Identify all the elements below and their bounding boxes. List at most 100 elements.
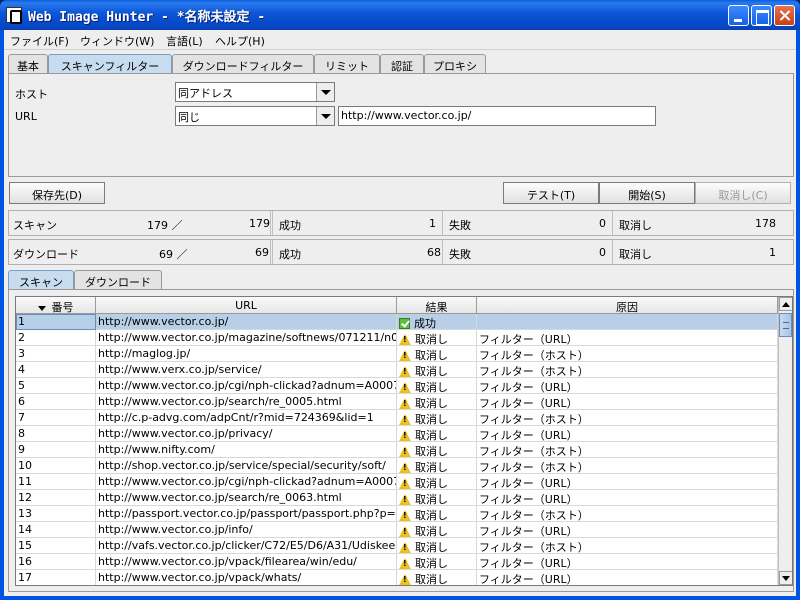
table-row[interactable]: 17http://www.vector.co.jp/vpack/whats/取消… — [16, 570, 778, 585]
download-stats-row: ダウンロード 69 ／ 69 成功 68 失敗 0 取消し 1 — [8, 239, 794, 265]
cell-result: 取消し — [397, 570, 477, 585]
table-row[interactable]: 2 http://www.vector.co.jp/magazine/softne… — [16, 330, 778, 346]
tab-basic[interactable]: 基本 — [8, 54, 48, 73]
cancel-button[interactable]: 取消し(C) — [695, 182, 791, 204]
warning-icon — [399, 574, 411, 585]
cell-url: http://www.vector.co.jp/magazine/softnew… — [98, 330, 397, 346]
cell-reason: フィルター（URL） — [477, 570, 778, 585]
cell-result: 取消し — [397, 522, 477, 538]
minimize-button[interactable] — [728, 5, 749, 26]
warning-icon — [399, 558, 411, 569]
title-bar[interactable]: Web Image Hunter - *名称未設定 - — [0, 0, 800, 30]
scan-success: 1 — [429, 217, 436, 230]
url-mode-select[interactable]: 同じ — [175, 106, 335, 126]
client-area: ファイル(F) ウィンドウ(W) 言語(L) ヘルプ(H) 基本 スキャンフィル… — [4, 30, 796, 596]
save-to-button[interactable]: 保存先(D) — [9, 182, 105, 204]
cell-result-label: 取消し — [415, 365, 448, 378]
app-icon[interactable] — [6, 7, 22, 24]
tab-auth[interactable]: 認証 — [380, 54, 424, 73]
cell-result-label: 取消し — [415, 381, 448, 394]
table-row[interactable]: 7 http://c.p-advg.com/adpCnt/r?mid=724369… — [16, 410, 778, 426]
menu-window[interactable]: ウィンドウ(W) — [80, 33, 154, 49]
cell-result-label: 取消し — [415, 493, 448, 506]
vertical-scrollbar[interactable] — [778, 297, 792, 585]
cell-url: http://www.vector.co.jp/search/re_0063.h… — [96, 490, 397, 506]
warning-icon — [399, 366, 411, 377]
chevron-down-icon[interactable] — [316, 107, 334, 125]
check-icon — [399, 318, 410, 329]
cell-result: 取消し — [397, 330, 477, 346]
header-reason[interactable]: 原因 — [477, 297, 778, 314]
cell-number: 11 — [16, 474, 96, 490]
download-success: 68 — [427, 246, 441, 259]
menu-language[interactable]: 言語(L) — [166, 33, 203, 49]
table-row[interactable]: 12 http://www.vector.co.jp/search/re_0063… — [16, 490, 778, 506]
cell-url: http://www.vector.co.jp/cgi/nph-clickad?… — [96, 378, 397, 394]
header-number-label: 番号 — [51, 301, 74, 314]
cell-result: 取消し — [397, 346, 477, 362]
header-result[interactable]: 結果 — [397, 297, 477, 314]
tab-limit[interactable]: リミット — [314, 54, 380, 73]
tab-scan-results[interactable]: スキャン — [8, 270, 74, 289]
table-row[interactable]: 3http://maglog.jp/取消し フィルター（ホスト） — [16, 346, 778, 362]
cell-result: 取消し — [397, 554, 477, 570]
tab-proxy[interactable]: プロキシ — [424, 54, 486, 73]
tab-scan-filter[interactable]: スキャンフィルター — [48, 54, 172, 73]
scroll-up-icon[interactable] — [779, 297, 792, 311]
download-cancel: 1 — [769, 246, 776, 259]
close-button[interactable] — [774, 5, 795, 26]
start-button[interactable]: 開始(S) — [599, 182, 695, 204]
cell-result-label: 取消し — [415, 397, 448, 410]
cell-result: 成功 — [397, 314, 477, 330]
scroll-thumb[interactable] — [779, 313, 792, 337]
tab-download-results[interactable]: ダウンロード — [74, 270, 162, 289]
table-row[interactable]: 16 http://www.vector.co.jp/vpack/filearea… — [16, 554, 778, 570]
cell-result-label: 取消し — [415, 541, 448, 554]
cell-reason — [477, 314, 778, 330]
warning-icon — [399, 526, 411, 537]
scroll-down-icon[interactable] — [779, 571, 792, 585]
table-row[interactable]: 5 http://www.vector.co.jp/cgi/nph-clickad… — [16, 378, 778, 394]
cell-reason: フィルター（URL） — [477, 554, 778, 570]
cell-result-label: 取消し — [415, 445, 448, 458]
cell-result: 取消し — [397, 442, 477, 458]
table-row[interactable]: 11 http://www.vector.co.jp/cgi/nph-clicka… — [16, 474, 778, 490]
cell-reason: フィルター（ホスト） — [477, 362, 778, 378]
scan-success-label: 成功 — [279, 219, 301, 232]
warning-icon — [399, 478, 411, 489]
table-row[interactable]: 14http://www.vector.co.jp/info/取消し フィルター（… — [16, 522, 778, 538]
download-fail: 0 — [599, 246, 606, 259]
scan-label: スキャン — [13, 219, 57, 232]
warning-icon — [399, 462, 411, 473]
cell-url: http://c.p-advg.com/adpCnt/r?mid=724369&… — [96, 410, 397, 426]
table-row[interactable]: 8http://www.vector.co.jp/privacy/取消し フィルタ… — [16, 426, 778, 442]
cell-result-label: 取消し — [415, 413, 448, 426]
sort-descending-icon — [37, 305, 46, 311]
maximize-button[interactable] — [751, 5, 772, 26]
warning-icon — [399, 430, 411, 441]
test-button[interactable]: テスト(T) — [503, 182, 599, 204]
table-row[interactable]: 6 http://www.vector.co.jp/search/re_0005.… — [16, 394, 778, 410]
menu-help[interactable]: ヘルプ(H) — [215, 33, 265, 49]
cell-url: http://vafs.vector.co.jp/clicker/C72/E5/… — [98, 538, 397, 554]
scan-fail-label: 失敗 — [449, 219, 471, 232]
cell-reason: フィルター（ホスト） — [477, 442, 778, 458]
table-row[interactable]: 4http://www.verx.co.jp/service/取消し フィルター（… — [16, 362, 778, 378]
host-select[interactable]: 同アドレス — [175, 82, 335, 102]
cell-reason: フィルター（ホスト） — [477, 458, 778, 474]
cell-url: http://www.vector.co.jp/ — [96, 314, 397, 330]
table-row[interactable]: 13 http://passport.vector.co.jp/passport/… — [16, 506, 778, 522]
table-row[interactable]: 9http://www.nifty.com/取消し フィルター（ホスト） — [16, 442, 778, 458]
table-row[interactable]: 10 http://shop.vector.co.jp/service/speci… — [16, 458, 778, 474]
header-url[interactable]: URL — [96, 297, 397, 314]
cell-number: 4 — [16, 362, 96, 378]
header-number[interactable]: 番号 — [16, 297, 96, 314]
tab-download-filter[interactable]: ダウンロードフィルター — [172, 54, 314, 73]
url-input[interactable]: http://www.vector.co.jp/ — [338, 106, 656, 126]
menu-file[interactable]: ファイル(F) — [10, 33, 69, 49]
table-row[interactable]: 15 http://vafs.vector.co.jp/clicker/C72/E… — [16, 538, 778, 554]
cell-number: 12 — [16, 490, 96, 506]
cell-result: 取消し — [397, 474, 477, 490]
chevron-down-icon[interactable] — [316, 83, 334, 101]
table-row[interactable]: 1 http://www.vector.co.jp/成功 — [16, 314, 778, 330]
